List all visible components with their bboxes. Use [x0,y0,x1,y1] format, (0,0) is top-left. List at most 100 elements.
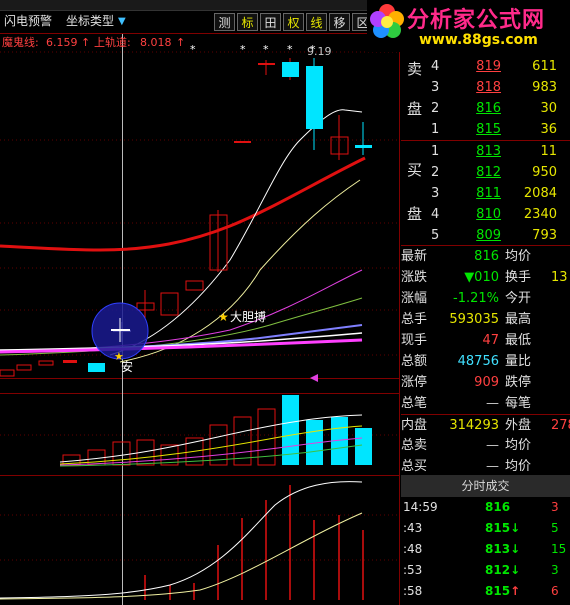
stat-value: ▼010 [464,270,499,285]
bold-bet-star: ★ [218,310,229,324]
signal-dot: * [263,43,269,56]
tick-price: 812↓ [485,563,521,577]
quote-stats: 最新 816 均价 涨跌 ▼010 换手 13 涨幅 -1.21% 今开 总手 593035 最高 现手 4… [401,246,570,475]
stat-value: -1.21% [453,291,499,306]
buy-row[interactable]: 2 812 950 [401,162,570,183]
stat-label: 最新 [401,249,428,264]
indicator-arrow-1: ↑ [81,36,90,49]
stat-value: 816 [474,249,499,264]
rights-button[interactable]: 权 [283,13,304,31]
arrow-down-icon: ↓ [510,521,521,535]
stat-row: 总额 48756 量比 [401,351,570,372]
indicator-name: 魔鬼线: [2,35,39,49]
stat-value: — [486,438,499,453]
tick-volume: 5 [551,521,559,535]
stat-label-2: 均价 [505,459,532,474]
flash-alert-menu[interactable]: 闪电预警 [4,13,52,30]
stat-row: 涨幅 -1.21% 今开 [401,288,570,309]
peak-price-label: 9.19 [307,45,332,58]
signal-dot: * [240,43,246,56]
buy-orders: 买 盘 1 813 11 2 812 950 3 811 2084 4 810 2340 5 80… [401,141,570,246]
tick-volume: 3 [551,563,559,577]
stat-label: 涨跌 [401,270,428,285]
sell-row[interactable]: 1 815 36 [401,119,570,140]
ticks-title[interactable]: 分时成交 [401,475,570,497]
quote-panel: 卖 盘 4 819 611 3 818 983 2 816 30 1 815 36 买 盘 18… [401,52,570,475]
stat-row: 涨停 909 跌停 [401,372,570,393]
arrow-down-icon: ↓ [510,563,521,577]
buy-row[interactable]: 5 809 793 [401,225,570,246]
arrow-up-icon: ↑ [510,584,521,598]
line-button[interactable]: 线 [306,13,327,31]
tick-price: 815↓ [485,521,521,535]
an-signal-label: 安 [121,359,133,374]
stat-label-2: 量比 [505,354,532,369]
stat-label: 总额 [401,354,428,369]
kline-chart-area[interactable]: 魔鬼线: 6.159 ↑ 上轨道: 8.018 ↑ * * * * * 9.19 [0,34,400,605]
measure-button[interactable]: 测 [214,13,235,31]
move-button[interactable]: 移 [329,13,350,31]
stat-row: 最新 816 均价 [401,246,570,267]
buy-row[interactable]: 3 811 2084 [401,183,570,204]
tick-time: :43 [403,521,423,535]
stat-label-2: 每笔 [505,396,532,411]
stat-label-2: 跌停 [505,375,532,390]
tick-time: :48 [403,542,423,556]
stat-label: 涨幅 [401,291,428,306]
stat-label: 涨停 [401,375,428,390]
stat-row: 现手 47 最低 [401,330,570,351]
tick-volume: 15 [551,542,567,556]
tick-row[interactable]: :58 815↑ 6 [401,581,570,602]
stat-label-2: 外盘 [505,418,532,433]
stat-label-2: 最高 [505,312,532,327]
stat-value: 909 [474,375,499,390]
bold-bet-label: 大胆搏 [230,310,266,324]
tick-row[interactable]: :48 813↓ 15 [401,539,570,560]
stat-value: 593035 [449,312,499,327]
stat-label: 总笔 [401,396,428,411]
indicator-yellow-curve [0,512,363,600]
stat-value: 48756 [457,354,499,369]
ma-yellow-line [119,179,361,363]
sell-row[interactable]: 4 819 611 [401,56,570,77]
stat-value-2: 13 [551,270,568,285]
chevron-down-icon[interactable]: ▼ [118,13,126,30]
stat-row: 总买 — 均价 [401,456,570,477]
stat-label: 总买 [401,459,428,474]
stat-value-2: 278 [551,418,570,433]
buy-row[interactable]: 4 810 2340 [401,204,570,225]
logo-title: 分析家公式网 [407,8,546,33]
buy-row[interactable]: 1 813 11 [401,141,570,162]
tick-row[interactable]: :53 812↓ 3 [401,560,570,581]
coordinate-type-menu[interactable]: 坐标类型 [66,13,114,30]
tick-volume: 3 [551,500,559,514]
stat-row: 总卖 — 均价 [401,435,570,456]
stat-value: — [486,396,499,411]
stat-row: 总手 593035 最高 [401,309,570,330]
sell-row[interactable]: 2 816 30 [401,98,570,119]
marker-triangle [310,374,318,382]
tick-time: :53 [403,563,423,577]
tick-row[interactable]: :43 815↓ 5 [401,518,570,539]
mark-button[interactable]: 标 [237,13,258,31]
tick-volume: 6 [551,584,559,598]
sell-row[interactable]: 3 818 983 [401,77,570,98]
stat-label-2: 均价 [505,249,532,264]
logo-url: www.88gs.com [419,32,538,48]
tick-row[interactable]: 14:59 816 3 [401,497,570,518]
signal-dot: * [287,43,293,56]
stat-row: 总笔 — 每笔 [401,393,570,414]
stat-label: 内盘 [401,418,428,433]
candlesticks [0,58,372,377]
grid-button[interactable]: 田 [260,13,281,31]
indicator-value-1: 6.159 [46,36,78,49]
tick-price: 813↓ [485,542,521,556]
tick-price: 815↑ [485,584,521,598]
chart-toolbar: 闪电预警 坐标类型 ▼ 测 标 田 权 线 移 区 [0,11,400,34]
stat-value: 314293 [449,418,499,433]
stat-label-2: 换手 [505,270,532,285]
signal-dot: * [190,43,196,56]
tick-price: 816 [485,500,511,514]
stat-row: 内盘 314293 外盘 278 [401,414,570,436]
stat-value: 47 [482,333,499,348]
